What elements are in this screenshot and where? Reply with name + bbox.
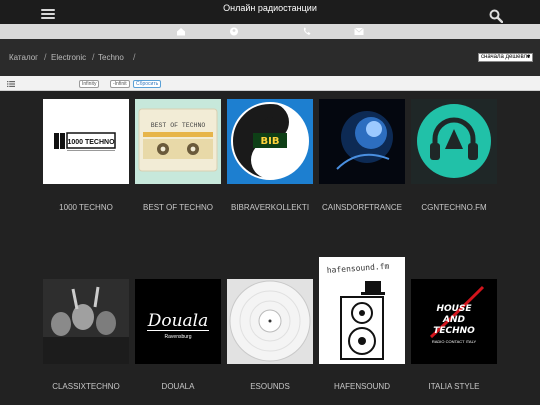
station-name[interactable]: CAINSDORFTRANCE xyxy=(316,203,408,212)
sort-select[interactable]: сначала дешевле ▼ xyxy=(478,53,533,62)
filter-infinit-button[interactable]: -Infinit xyxy=(110,80,130,88)
list-view-icon[interactable] xyxy=(7,81,15,87)
sort-selected-value: сначала дешевле xyxy=(481,54,531,60)
breadcrumb-catalog[interactable]: Каталог xyxy=(9,53,38,62)
svg-text:TECHNO: TECHNO xyxy=(433,326,475,336)
page-title: Онлайн радиостанции xyxy=(223,3,317,13)
station-logo-bibraverkollektiv[interactable]: BIB xyxy=(227,99,313,184)
breadcrumb-techno[interactable]: Techno xyxy=(98,53,124,62)
chevron-down-icon: ▼ xyxy=(526,54,531,60)
station-logo-text: Douala xyxy=(147,311,209,331)
station-name[interactable]: DOUALA xyxy=(132,382,224,391)
station-logo-best-of-techno[interactable]: BEST OF TECHNO xyxy=(135,99,221,184)
filter-toolbar: Infinity -Infinit Сбросить xyxy=(0,76,540,91)
station-logo-cgntechno[interactable] xyxy=(411,99,497,184)
breadcrumb: Каталог / Electronic / Techno / сначала … xyxy=(0,39,540,76)
breadcrumb-separator: / xyxy=(133,52,136,62)
station-logo-subtext: RADIO CONTACT ITALY xyxy=(432,339,477,344)
station-name[interactable]: 1000 TECHNO xyxy=(40,203,132,212)
station-name[interactable]: ESOUNDS xyxy=(224,382,316,391)
station-logo-text: 1000 TECHNO xyxy=(67,139,115,146)
breadcrumb-electronic[interactable]: Electronic xyxy=(51,53,86,62)
station-logo-esounds[interactable] xyxy=(227,279,313,364)
station-logo-classixtechno[interactable] xyxy=(43,279,129,364)
station-logo-text: BEST OF TECHNO xyxy=(151,122,206,129)
home-icon[interactable] xyxy=(176,27,186,36)
station-name[interactable]: ITALIA STYLE xyxy=(408,382,500,391)
reset-button[interactable]: Сбросить xyxy=(133,80,162,88)
search-icon[interactable] xyxy=(489,9,503,23)
svg-text:AND: AND xyxy=(442,315,465,325)
station-logo-1000-techno[interactable]: 1000 TECHNO xyxy=(43,99,129,184)
station-logo-italia-style[interactable]: HOUSE AND TECHNO RADIO CONTACT ITALY xyxy=(411,279,497,364)
station-logo-douala[interactable]: Douala Ravensburg xyxy=(135,279,221,364)
station-name[interactable]: BEST OF TECHNO xyxy=(132,203,224,212)
station-logo-hafensound[interactable]: hafensound.fm xyxy=(319,257,405,364)
filter-infinity-button[interactable]: Infinity xyxy=(79,80,100,88)
svg-text:BIB: BIB xyxy=(261,136,280,147)
station-name[interactable]: CLASSIXTECHNO xyxy=(40,382,132,391)
mail-icon[interactable] xyxy=(354,27,364,36)
station-logo-cainsdorftrance[interactable] xyxy=(319,99,405,184)
account-icon[interactable] xyxy=(229,27,239,36)
svg-text:HOUSE: HOUSE xyxy=(436,304,472,314)
station-logo-subtext: Ravensburg xyxy=(165,334,192,340)
station-name[interactable]: BIBRAVERKOLLEKTI xyxy=(224,203,316,212)
phone-icon[interactable] xyxy=(302,27,312,36)
breadcrumb-separator: / xyxy=(92,52,95,62)
contact-icon-bar xyxy=(0,24,540,39)
station-name[interactable]: HAFENSOUND xyxy=(316,382,408,391)
top-bar: Онлайн радиостанции xyxy=(0,0,540,24)
breadcrumb-separator: / xyxy=(44,52,47,62)
station-name[interactable]: CGNTECHNO.FM xyxy=(408,203,500,212)
